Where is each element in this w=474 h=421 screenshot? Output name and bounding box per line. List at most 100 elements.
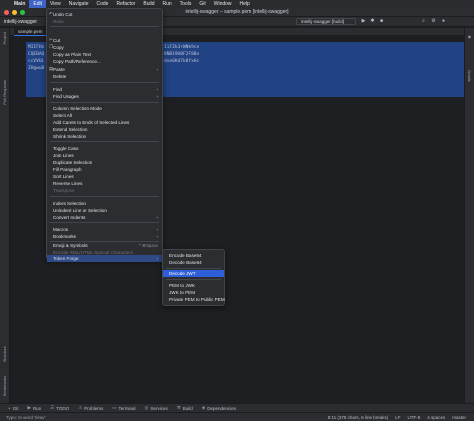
menu-item-pem-to-jwk[interactable]: PEM to JWK (163, 282, 224, 289)
menu-item-add-carets[interactable]: Add Carets to Ends of Selected Lines (47, 119, 162, 126)
caret-position[interactable]: 8:11 (378 chars, 6 line breaks) (328, 415, 388, 420)
menu-item-column-selection[interactable]: Column Selection Mode (47, 105, 162, 112)
tool-bookmarks[interactable]: Bookmarks (2, 376, 7, 396)
menu-item-select-all[interactable]: Select All (47, 112, 162, 119)
menu-item-fill-paragraph[interactable]: Fill Paragraph (47, 166, 162, 173)
menubar-item-edit[interactable]: Edit (29, 0, 47, 8)
macos-menubar: Main Edit View Navigate Code Refactor Bu… (0, 0, 474, 8)
menubar-item-main[interactable]: Main (10, 0, 29, 8)
traffic-lights (4, 10, 25, 15)
menu-item-join-lines[interactable]: Join Lines (47, 152, 162, 159)
menubar-item-code[interactable]: Code (93, 0, 113, 8)
chevron-right-icon: › (156, 93, 159, 99)
menu-item-jwk-to-pem[interactable]: JWK to PEM (163, 289, 224, 296)
menubar-item-navigate[interactable]: Navigate (65, 0, 93, 8)
tool-dependencies[interactable]: ◈ Dependencies (202, 405, 236, 411)
menu-item-undo-cut[interactable]: ↶ Undo Cut (47, 11, 162, 18)
menu-separator (50, 141, 159, 142)
menu-item-sort-lines[interactable]: Sort Lines (47, 173, 162, 180)
run-configuration-selector[interactable]: intellij-swagger [build] (296, 18, 356, 25)
git-icon: ⑂ (8, 405, 11, 411)
menubar-item-tools[interactable]: Tools (176, 0, 196, 8)
tool-gradle[interactable]: Gradle (467, 70, 472, 82)
menu-item-find[interactable]: Find › (47, 86, 162, 93)
tool-project[interactable]: Project (2, 32, 7, 44)
menu-item-delete[interactable]: Delete (47, 73, 162, 80)
indent-setting[interactable]: 4 spaces (427, 415, 445, 420)
menu-separator (50, 102, 159, 103)
menu-item-convert-indents[interactable]: Convert Indents › (47, 214, 162, 221)
menubar-item-run[interactable]: Run (158, 0, 175, 8)
tool-pull-requests[interactable]: Pull Requests (2, 80, 7, 105)
menu-separator (166, 268, 221, 269)
menu-item-paste[interactable]: ▤ Paste › (47, 66, 162, 73)
menubar-item-window[interactable]: Window (210, 0, 236, 8)
chevron-right-icon: › (156, 66, 159, 72)
problems-icon: ⚠ (78, 405, 83, 410)
menu-item-reverse-lines[interactable]: Reverse Lines (47, 180, 162, 187)
stop-icon[interactable]: ■ (378, 18, 385, 25)
menu-item-macros[interactable]: Macros › (47, 226, 162, 233)
close-window-button[interactable] (4, 10, 9, 15)
copy-icon: ❐ (49, 44, 54, 50)
editor-gutter (10, 36, 26, 403)
token-forge-submenu: Encode Base64 Decode Base64 Decode JWT P… (162, 249, 225, 306)
menu-item-toggle-case[interactable]: Toggle Case (47, 145, 162, 152)
menu-item-indent-selection[interactable]: Indent Selection (47, 200, 162, 207)
menu-item-decode-base64[interactable]: Decode Base64 (163, 259, 224, 266)
line-separator[interactable]: LF (395, 415, 400, 420)
code-line: CQEBAQ (28, 52, 45, 57)
tool-structure[interactable]: Structure (2, 346, 7, 362)
build-icon: ⚒ (176, 405, 181, 410)
tool-todo[interactable]: ☰ TODO (50, 405, 69, 411)
menu-item-emoji-symbols[interactable]: Emoji & Symbols ^ ⌘Space (47, 242, 162, 249)
tool-problems[interactable]: ⚠ Problems (78, 405, 103, 411)
menu-item-redo[interactable]: Redo (47, 18, 162, 25)
menu-item-transpose[interactable]: Transpose (47, 187, 162, 194)
project-name[interactable]: intellij-swagger (4, 19, 37, 25)
menu-item-token-forge[interactable]: Token Forge › (47, 255, 162, 262)
chevron-right-icon: › (156, 226, 159, 232)
run-icon[interactable]: ▶ (360, 18, 367, 25)
chevron-right-icon: › (156, 214, 159, 220)
code-line: ZHgwuB (28, 66, 45, 71)
tool-terminal[interactable]: ▭ Terminal (112, 405, 135, 411)
menubar-item-help[interactable]: Help (236, 0, 254, 8)
menu-item-copy-path[interactable]: Copy Path/Reference... (47, 58, 162, 65)
zoom-window-button[interactable] (20, 10, 25, 15)
editor-tab-sample-pem[interactable]: sample.pem (14, 28, 47, 36)
menu-item-copy[interactable]: ❐ Copy (47, 44, 162, 51)
menu-item-cut[interactable]: ✂ Cut (47, 37, 162, 44)
menubar-item-view[interactable]: View (46, 0, 65, 8)
menu-item-shrink-selection[interactable]: Shrink Selection (47, 133, 162, 140)
git-branch[interactable]: master (452, 415, 466, 420)
file-encoding[interactable]: UTF-8 (407, 415, 420, 420)
run-icon: ▶ (27, 405, 31, 410)
menu-item-duplicate-selection[interactable]: Duplicate Selection (47, 159, 162, 166)
menu-item-copy-plain-text[interactable]: Copy as Plain Text (47, 51, 162, 58)
menu-item-private-pem-to-public[interactable]: Private PEM to Public PEM (163, 296, 225, 303)
tool-services[interactable]: ◎ Services (145, 405, 168, 411)
menu-item-extend-selection[interactable]: Extend Selection (47, 126, 162, 133)
menu-item-bookmarks[interactable]: Bookmarks › (47, 233, 162, 240)
debug-icon[interactable]: ✱ (369, 18, 376, 25)
menubar-item-refactor[interactable]: Refactor (112, 0, 139, 8)
code-line: 8NB19U0F2F8Bo (164, 52, 200, 57)
menubar-item-git[interactable]: Git (195, 0, 209, 8)
status-bar: Typo: In word 'Ileav' 8:11 (378 chars, 6… (0, 412, 474, 421)
settings-icon[interactable]: ⚙ (430, 18, 437, 25)
menu-item-encode-base64[interactable]: Encode Base64 (163, 252, 224, 259)
minimize-window-button[interactable] (12, 10, 17, 15)
avatar-icon[interactable]: ● (440, 18, 447, 25)
menu-item-unindent[interactable]: Unindent Line or Selection (47, 207, 162, 214)
code-line: dxe6Kd7k8fxHc (164, 59, 200, 64)
tool-git[interactable]: ⑂ Git (8, 406, 18, 411)
menubar-item-build[interactable]: Build (139, 0, 158, 8)
tool-build[interactable]: ⚒ Build (177, 405, 193, 411)
menu-item-find-usages[interactable]: Find Usages › (47, 93, 162, 100)
notifications-icon[interactable]: ◉ (467, 34, 472, 39)
menu-item-decode-jwt[interactable]: Decode JWT (163, 270, 224, 277)
chevron-right-icon: › (156, 255, 159, 261)
search-icon[interactable]: ⌕ (420, 18, 427, 25)
tool-run[interactable]: ▶ Run (27, 405, 41, 411)
